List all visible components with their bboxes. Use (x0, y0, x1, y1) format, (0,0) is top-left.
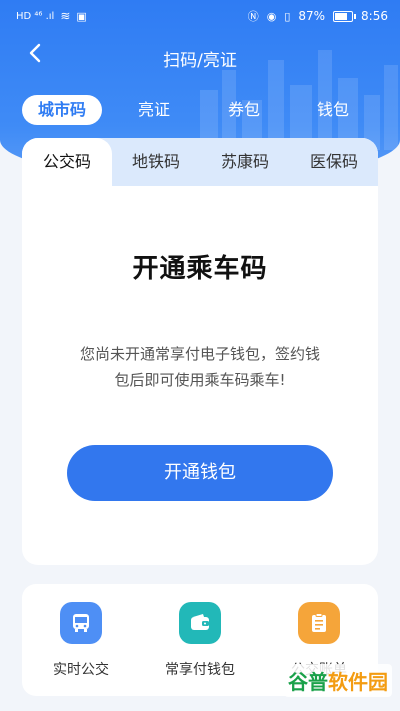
description-line-2: 包后即可使用乘车码乘车! (114, 371, 286, 389)
wallet-icon (179, 602, 221, 644)
sub-tabs: 公交码 地铁码 苏康码 医保码 (22, 138, 378, 186)
bus-icon (60, 602, 102, 644)
tab-metro-code[interactable]: 地铁码 (112, 138, 200, 186)
watermark-logo: 谷普 软件园 (284, 664, 392, 697)
tab-bus-code[interactable]: 公交码 (22, 138, 112, 186)
service-realtime-bus[interactable]: 实时公交 (22, 584, 140, 696)
clipboard-icon (298, 602, 340, 644)
watermark-part-2: 软件园 (328, 670, 388, 694)
eye-icon: ◉ (266, 9, 277, 23)
status-right: Ⓝ ◉ ▯ 87% 8:56 (248, 8, 388, 24)
nfc-icon: Ⓝ (247, 10, 259, 23)
status-bar: HD ⁴⁶ .ıl ≋ ▣ Ⓝ ◉ ▯ 87% 8:56 (0, 0, 400, 32)
clock: 8:56 (361, 9, 388, 23)
tab-coupons[interactable]: 券包 (228, 95, 260, 125)
nav-bar: 扫码/亮证 (0, 40, 400, 76)
description-line-1: 您尚未开通常享付电子钱包，签约钱 (79, 345, 320, 363)
ride-code-card: 公交码 地铁码 苏康码 医保码 开通乘车码 您尚未开通常享付电子钱包，签约钱 包… (22, 138, 378, 565)
card-headline: 开通乘车码 (132, 254, 268, 284)
battery-icon (333, 10, 357, 22)
card-description: 您尚未开通常享付电子钱包，签约钱 包后即可使用乘车码乘车! (62, 341, 338, 393)
app-notification-icon: ▣ (76, 9, 87, 23)
wifi-icon: ≋ (60, 9, 71, 23)
top-tabs: 城市码 亮证 券包 钱包 (0, 95, 400, 125)
tab-city-code[interactable]: 城市码 (22, 95, 103, 125)
tab-show-id[interactable]: 亮证 (138, 95, 170, 125)
status-left: HD ⁴⁶ .ıl ≋ ▣ (16, 9, 87, 23)
service-wallet[interactable]: 常享付钱包 (141, 584, 259, 696)
network-indicator: HD ⁴⁶ .ıl (16, 10, 55, 22)
page-title: 扫码/亮证 (163, 51, 237, 71)
tab-health-code[interactable]: 苏康码 (200, 138, 290, 186)
tab-medical-code[interactable]: 医保码 (290, 138, 378, 186)
service-label: 常享付钱包 (165, 662, 235, 678)
tab-wallet[interactable]: 钱包 (317, 95, 349, 125)
vibrate-icon: ▯ (284, 9, 291, 23)
battery-percent: 87% (298, 9, 326, 23)
service-label: 实时公交 (53, 662, 109, 678)
watermark-part-1: 谷普 (288, 670, 328, 694)
open-wallet-button[interactable]: 开通钱包 (67, 445, 333, 501)
